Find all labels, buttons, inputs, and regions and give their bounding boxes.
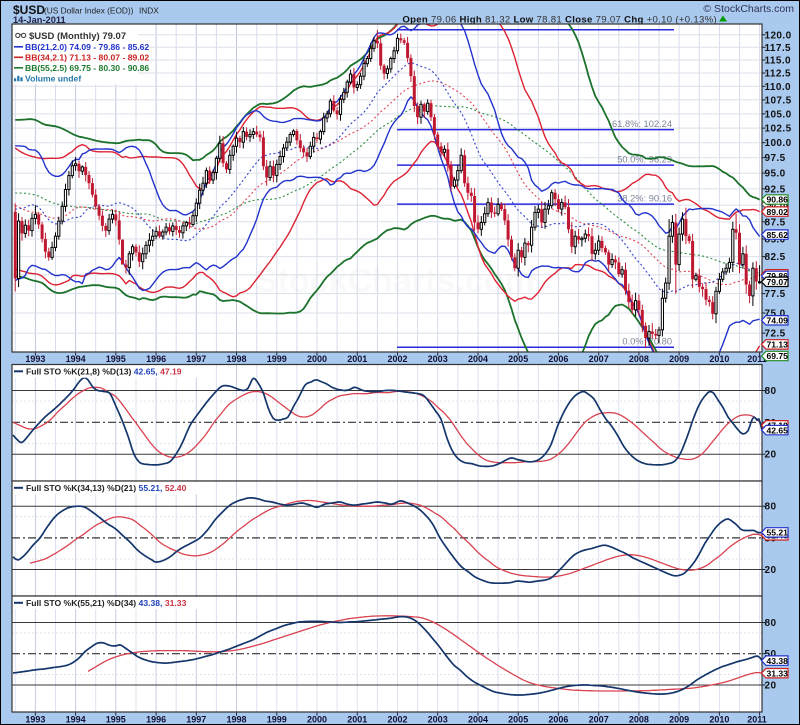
- svg-text:117.5: 117.5: [765, 43, 792, 54]
- svg-text:1996: 1996: [146, 354, 166, 364]
- svg-text:BB(55,2.5) 69.75 - 80.30 - 90.: BB(55,2.5) 69.75 - 80.30 - 90.86: [25, 63, 149, 73]
- svg-text:82.5: 82.5: [765, 252, 786, 263]
- svg-text:31.33: 31.33: [766, 668, 788, 678]
- svg-text:2008: 2008: [629, 354, 649, 364]
- svg-text:$USD (Monthly) 79.07: $USD (Monthly) 79.07: [29, 31, 126, 42]
- svg-text:80: 80: [765, 386, 777, 397]
- svg-text:90.86: 90.86: [766, 195, 788, 205]
- svg-text:1999: 1999: [267, 354, 287, 364]
- svg-text:2003: 2003: [428, 354, 448, 364]
- svg-text:1995: 1995: [106, 714, 126, 724]
- svg-text:102.5: 102.5: [765, 124, 792, 135]
- svg-text:79.07: 79.07: [766, 277, 788, 287]
- svg-text:61.8%: 102.24: 61.8%: 102.24: [612, 119, 672, 129]
- svg-text:2011: 2011: [747, 714, 767, 724]
- svg-text:1999: 1999: [267, 714, 287, 724]
- svg-text:BB(34,2.1) 71.13 - 80.07 - 89.: BB(34,2.1) 71.13 - 80.07 - 89.02: [25, 52, 149, 62]
- svg-text:1994: 1994: [66, 354, 86, 364]
- svg-text:2006: 2006: [548, 354, 568, 364]
- svg-text:2010: 2010: [709, 714, 729, 724]
- svg-text:2004: 2004: [468, 714, 488, 724]
- svg-text:2005: 2005: [508, 714, 528, 724]
- svg-text:1996: 1996: [146, 714, 166, 724]
- svg-text:1993: 1993: [25, 354, 45, 364]
- svg-text:107.5: 107.5: [765, 95, 792, 106]
- svg-text:43.38: 43.38: [766, 656, 788, 666]
- svg-text:105.0: 105.0: [765, 109, 792, 120]
- svg-text:2002: 2002: [387, 354, 407, 364]
- svg-text:BB(21,2.0) 74.09 - 79.86 - 85.: BB(21,2.0) 74.09 - 79.86 - 85.62: [25, 42, 149, 52]
- svg-text:© StockCharts.com: © StockCharts.com: [703, 3, 794, 15]
- svg-text:89.02: 89.02: [766, 207, 788, 217]
- svg-text:77.5: 77.5: [765, 289, 786, 300]
- svg-text:2003: 2003: [428, 714, 448, 724]
- svg-text:2004: 2004: [468, 354, 488, 364]
- svg-text:100.0: 100.0: [765, 138, 792, 149]
- svg-text:69.75: 69.75: [766, 351, 788, 361]
- svg-text:97.5: 97.5: [765, 153, 786, 164]
- svg-text:55.21: 55.21: [766, 528, 788, 538]
- svg-text:2001: 2001: [347, 354, 367, 364]
- svg-text:95.0: 95.0: [765, 169, 786, 180]
- svg-text:2000: 2000: [307, 714, 327, 724]
- svg-text:1995: 1995: [106, 354, 126, 364]
- svg-text:2001: 2001: [347, 714, 367, 724]
- svg-text:20: 20: [765, 565, 777, 576]
- svg-text:85.62: 85.62: [766, 230, 788, 240]
- svg-text:1998: 1998: [226, 354, 246, 364]
- svg-text:2009: 2009: [669, 354, 689, 364]
- svg-text:120.0: 120.0: [765, 30, 792, 41]
- svg-text:2009: 2009: [669, 714, 689, 724]
- svg-text:2006: 2006: [548, 714, 568, 724]
- svg-text:1993: 1993: [25, 714, 45, 724]
- svg-text:Full STO %K(34,13) %D(21) 55.2: Full STO %K(34,13) %D(21) 55.21, 52.40: [26, 483, 187, 493]
- svg-text:20: 20: [765, 681, 777, 692]
- svg-text:72.5: 72.5: [765, 329, 786, 340]
- svg-text:87.5: 87.5: [765, 217, 786, 228]
- svg-text:Volume undef: Volume undef: [25, 73, 81, 83]
- svg-text:20: 20: [765, 450, 777, 461]
- svg-text:1994: 1994: [66, 714, 86, 724]
- svg-text:42.65: 42.65: [766, 425, 788, 435]
- svg-text:1997: 1997: [186, 354, 206, 364]
- svg-text:71.13: 71.13: [766, 340, 788, 350]
- svg-text:50.0%: 96.29: 50.0%: 96.29: [617, 155, 672, 165]
- svg-text:1998: 1998: [226, 714, 246, 724]
- svg-text:2007: 2007: [589, 714, 609, 724]
- svg-text:Full STO %K(55,21) %D(34) 43.3: Full STO %K(55,21) %D(34) 43.38, 31.33: [26, 598, 187, 608]
- svg-text:2005: 2005: [508, 354, 528, 364]
- svg-text:2007: 2007: [589, 354, 609, 364]
- svg-text:74.09: 74.09: [766, 316, 788, 326]
- svg-text:StockCharts.com: StockCharts.com: [255, 262, 535, 300]
- svg-text:115.0: 115.0: [765, 56, 792, 67]
- svg-text:2010: 2010: [709, 354, 729, 364]
- svg-text:(US Dollar Index (EOD)): (US Dollar Index (EOD)): [44, 6, 134, 16]
- svg-text:INDX: INDX: [139, 6, 159, 16]
- svg-text:2000: 2000: [307, 354, 327, 364]
- svg-text:2002: 2002: [387, 714, 407, 724]
- svg-text:110.0: 110.0: [765, 82, 792, 93]
- svg-text:2008: 2008: [629, 714, 649, 724]
- svg-text:80: 80: [765, 618, 777, 629]
- svg-text:80: 80: [765, 502, 777, 513]
- svg-text:Full STO %K(21,8) %D(13) 42.65: Full STO %K(21,8) %D(13) 42.65, 47.19: [26, 367, 182, 377]
- svg-text:112.5: 112.5: [765, 69, 792, 80]
- svg-text:1997: 1997: [186, 714, 206, 724]
